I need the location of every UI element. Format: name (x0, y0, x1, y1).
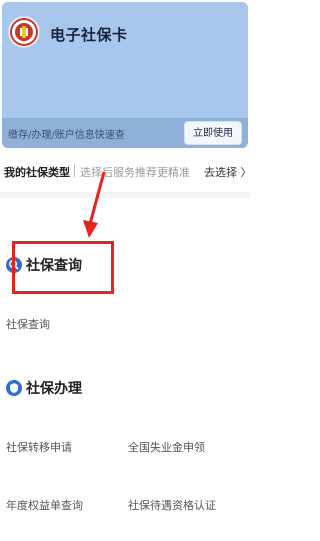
card-title: 电子社保卡 (50, 26, 128, 44)
section-divider (0, 192, 250, 198)
social-security-type-row[interactable]: 我的社保类型 选择后服务推荐更精准 去选择 〉 (0, 150, 252, 190)
service-item-query[interactable]: 社保查询 (6, 316, 50, 332)
annotation-highlight-box (12, 241, 114, 294)
section-title: 社保办理 (26, 381, 82, 397)
e-social-security-card[interactable]: 电子社保卡 缴存/办理/账户信息快速查 立即使用 (2, 2, 248, 148)
shield-icon (6, 380, 22, 396)
service-item-annual-statement[interactable]: 年度权益单查询 (6, 497, 83, 513)
annotation-arrow-icon (83, 171, 106, 238)
choose-type-link[interactable]: 去选择 〉 (204, 164, 252, 180)
service-item-transfer[interactable]: 社保转移申请 (6, 439, 72, 455)
service-item-qualification[interactable]: 社保待遇资格认证 (128, 497, 216, 513)
use-now-button[interactable]: 立即使用 (184, 121, 242, 145)
type-label: 我的社保类型 (4, 166, 70, 179)
section-handling-header: 社保办理 (6, 378, 126, 400)
service-item-unemployment[interactable]: 全国失业金申领 (128, 439, 205, 455)
social-security-logo-icon (8, 16, 40, 48)
card-description: 缴存/办理/账户信息快速查 (8, 130, 125, 141)
type-separator (74, 164, 75, 177)
